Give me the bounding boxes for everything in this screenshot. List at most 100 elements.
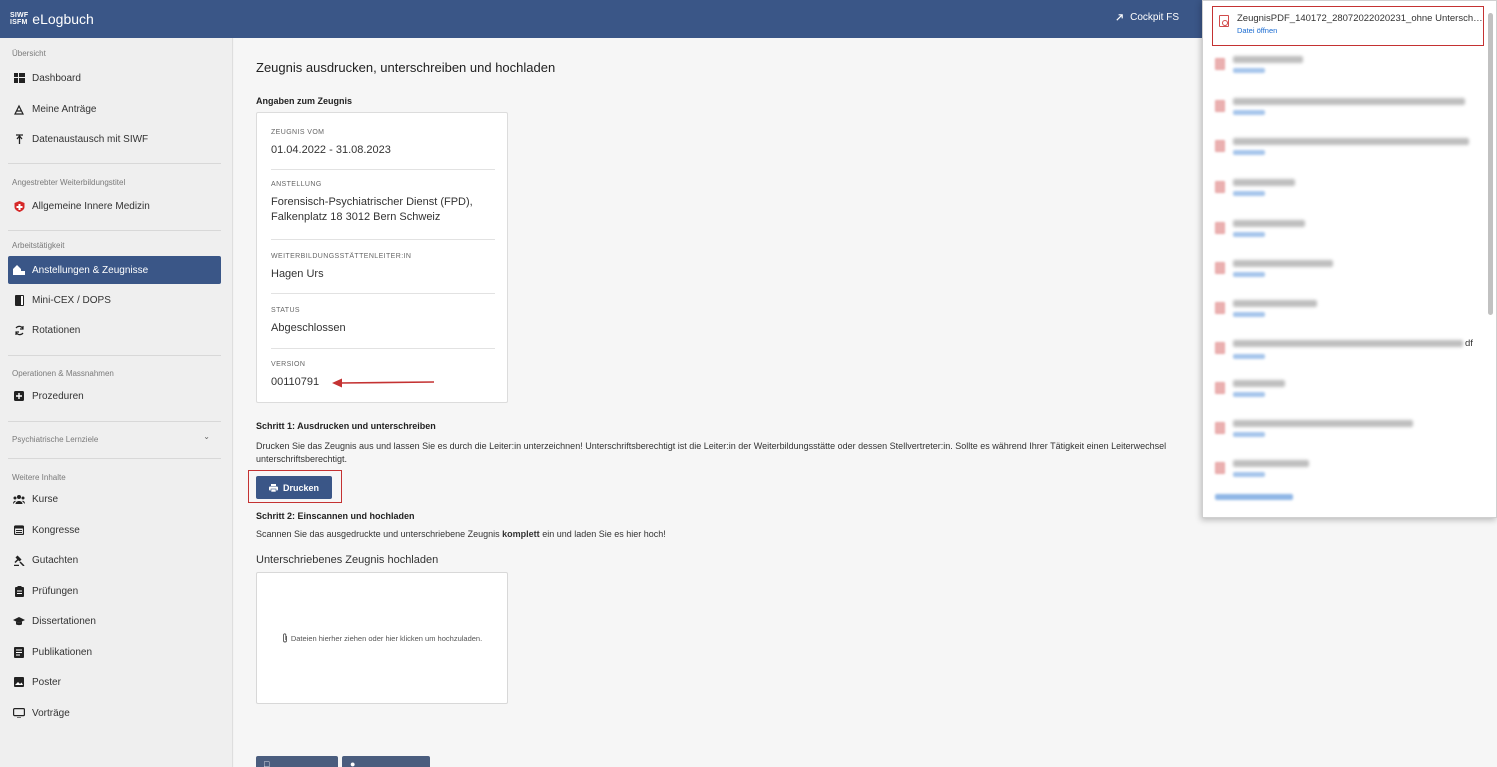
- step2-text-part: ein und laden Sie es hier hoch!: [539, 529, 666, 539]
- downloads-panel: ZeugnisPDF_140172_28072022020231_ohne Un…: [1202, 0, 1497, 518]
- field-label: WEITERBILDUNGSSTÄTTENLEITER:IN: [271, 253, 412, 260]
- paperclip-icon: [282, 633, 287, 643]
- dashboard-icon: [13, 72, 25, 84]
- field-director: WEITERBILDUNGSSTÄTTENLEITER:IN Hagen Urs: [271, 253, 495, 282]
- swiss-cross-icon: [13, 200, 25, 212]
- open-file-link[interactable]: Datei öffnen: [1237, 26, 1483, 35]
- group-title-operations: Operationen & Massnahmen: [12, 369, 114, 378]
- show-more-link[interactable]: [1215, 494, 1293, 500]
- sidebar-item-poster[interactable]: Poster: [8, 668, 221, 696]
- sidebar-item-label: Dissertationen: [32, 615, 96, 627]
- sidebar-item-internal-medicine[interactable]: Allgemeine Innere Medizin: [8, 192, 221, 220]
- download-item-blurred[interactable]: df: [1215, 338, 1477, 370]
- sidebar-item-dashboard[interactable]: Dashboard: [8, 64, 221, 92]
- sidebar-item-courses[interactable]: Kurse: [8, 485, 221, 513]
- print-button-label: Drucken: [282, 482, 319, 493]
- sidebar-item-exams[interactable]: Prüfungen: [8, 577, 221, 605]
- chevron-down-icon[interactable]: ⌄: [203, 432, 210, 441]
- step1-title: Schritt 1: Ausdrucken und unterschreiben: [256, 421, 436, 431]
- sidebar-item-talks[interactable]: Vorträge: [8, 699, 221, 727]
- sidebar-item-requests[interactable]: Meine Anträge: [8, 95, 221, 123]
- pdf-file-icon: [1215, 181, 1225, 193]
- siwf-logo: SIWF ISFM: [10, 12, 29, 26]
- download-item-blurred[interactable]: [1215, 380, 1477, 410]
- download-item-blurred[interactable]: [1215, 300, 1477, 330]
- download-item[interactable]: ZeugnisPDF_140172_28072022020231_ohne Un…: [1219, 13, 1483, 43]
- download-item-blurred[interactable]: [1215, 420, 1477, 450]
- external-arrow-icon: [1116, 14, 1123, 21]
- field-label: ZEUGNIS VOM: [271, 129, 325, 136]
- file-dropzone[interactable]: Dateien hierher ziehen oder hier klicken…: [256, 572, 508, 704]
- sidebar-item-data-exchange[interactable]: Datenaustausch mit SIWF: [8, 125, 221, 153]
- calendar-icon: [13, 524, 25, 536]
- sidebar-separator: [8, 355, 221, 356]
- graduation-cap-icon: [13, 615, 25, 627]
- sidebar-item-congresses[interactable]: Kongresse: [8, 516, 221, 544]
- upload-label: Unterschriebenes Zeugnis hochladen: [256, 554, 439, 566]
- scrollbar[interactable]: [1488, 13, 1493, 315]
- field-status: STATUS Abgeschlossen: [271, 307, 495, 336]
- app-name: eLogbuch: [32, 11, 94, 27]
- book-icon: [13, 294, 25, 306]
- field-certificate-period: ZEUGNIS VOM 01.04.2022 - 31.08.2023: [271, 129, 495, 158]
- users-icon: [13, 493, 25, 505]
- group-title-work: Arbeitstätigkeit: [12, 241, 65, 250]
- sidebar-separator: [8, 163, 221, 164]
- sidebar-item-procedures[interactable]: Prozeduren: [8, 382, 221, 410]
- pdf-file-icon: [1215, 262, 1225, 274]
- save-icon: □: [264, 759, 270, 767]
- pdf-file-icon: [1215, 302, 1225, 314]
- download-filename-suffix: df: [1465, 338, 1473, 349]
- image-icon: [13, 676, 25, 688]
- sidebar-item-label: Mini-CEX / DOPS: [32, 294, 111, 306]
- clipboard-icon: [13, 585, 25, 597]
- sidebar-item-label: Kurse: [32, 493, 59, 505]
- field-label: STATUS: [271, 307, 300, 314]
- sidebar-item-label: Poster: [32, 676, 61, 688]
- sidebar-item-label: Rotationen: [32, 324, 81, 336]
- download-item-blurred[interactable]: [1215, 138, 1477, 168]
- sidebar: Übersicht Dashboard Meine Anträge Datena…: [0, 38, 233, 767]
- download-item-blurred[interactable]: [1215, 56, 1477, 86]
- cancel-button-partial[interactable]: ●: [342, 756, 430, 767]
- field-label: VERSION: [271, 361, 306, 368]
- sidebar-item-expert-reports[interactable]: Gutachten: [8, 546, 221, 574]
- download-item-blurred[interactable]: [1215, 179, 1477, 209]
- sidebar-item-rotations[interactable]: Rotationen: [8, 316, 221, 344]
- pdf-file-icon: [1215, 222, 1225, 234]
- step1-text-line2: unterschriftsberechtigt.: [256, 454, 348, 464]
- annotation-arrow: [332, 378, 435, 388]
- download-item-blurred[interactable]: [1215, 98, 1477, 128]
- sidebar-item-label: Anstellungen & Zeugnisse: [32, 264, 149, 276]
- group-title-psychiatric[interactable]: Psychiatrische Lernziele: [0, 435, 110, 444]
- group-title-overview: Übersicht: [12, 49, 46, 58]
- pdf-file-icon: [1215, 342, 1225, 354]
- printer-icon: [268, 483, 278, 492]
- sidebar-item-employment[interactable]: Anstellungen & Zeugnisse: [8, 256, 221, 284]
- field-divider: [271, 293, 495, 294]
- step2-text-part: Scannen Sie das ausgedruckte und untersc…: [256, 529, 503, 539]
- sidebar-item-label: Prozeduren: [32, 390, 84, 402]
- save-button-partial[interactable]: □: [256, 756, 338, 767]
- field-value: Hagen Urs: [271, 268, 324, 280]
- step2-text-bold: komplett: [502, 529, 540, 539]
- sidebar-separator: [8, 230, 221, 231]
- step2-title: Schritt 2: Einscannen und hochladen: [256, 511, 415, 521]
- employment-icon: [13, 264, 25, 276]
- print-button[interactable]: Drucken: [256, 476, 332, 499]
- sidebar-item-dissertations[interactable]: Dissertationen: [8, 607, 221, 635]
- sidebar-item-label: Dashboard: [32, 72, 81, 84]
- details-title: Angaben zum Zeugnis: [256, 96, 353, 106]
- group-title-more: Weitere Inhalte: [12, 473, 66, 482]
- cockpit-link[interactable]: Cockpit FS: [1115, 12, 1179, 23]
- pdf-file-icon: [1219, 15, 1229, 27]
- pdf-file-icon: [1215, 100, 1225, 112]
- download-item-blurred[interactable]: [1215, 260, 1477, 290]
- download-item-blurred[interactable]: [1215, 220, 1477, 250]
- download-item-highlighted[interactable]: ZeugnisPDF_140172_28072022020231_ohne Un…: [1212, 6, 1484, 46]
- download-item-blurred[interactable]: [1215, 460, 1477, 490]
- sidebar-item-mini-cex[interactable]: Mini-CEX / DOPS: [8, 286, 221, 314]
- brand[interactable]: SIWF ISFM eLogbuch: [0, 11, 94, 27]
- certificate-details-card: ZEUGNIS VOM 01.04.2022 - 31.08.2023 ANST…: [256, 112, 508, 403]
- sidebar-item-publications[interactable]: Publikationen: [8, 638, 221, 666]
